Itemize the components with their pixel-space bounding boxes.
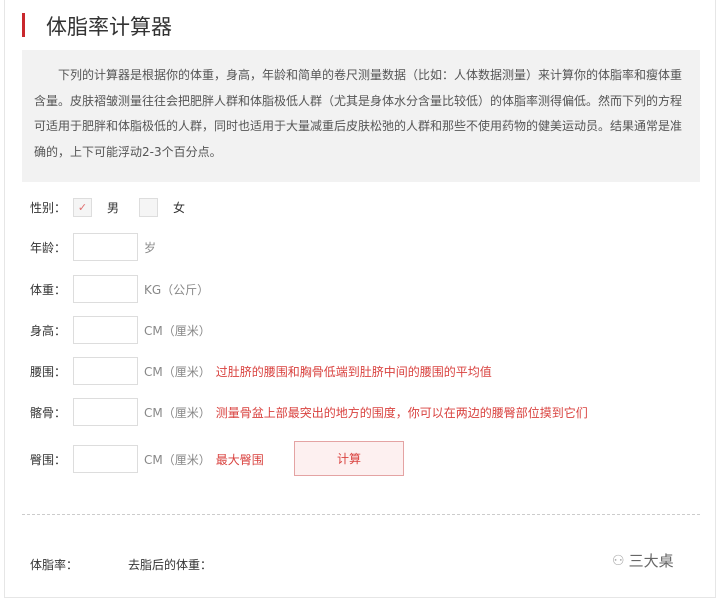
intro-text: 下列的计算器是根据你的体重，身高，年龄和简单的卷尺测量数据（比如：人体数据测量）… xyxy=(22,50,700,182)
hip-row: 臀围： CM（厘米） 最大臀围 xyxy=(30,445,264,473)
gender-label: 性别： xyxy=(30,201,67,215)
gender-row: 性别： ✓ 男 女 xyxy=(30,198,185,217)
weight-label: 体重： xyxy=(30,282,67,297)
title-accent-bar xyxy=(22,13,25,37)
hip-label: 臀围： xyxy=(30,452,67,467)
iliac-label: 髂骨： xyxy=(30,405,67,420)
age-unit: 岁 xyxy=(144,240,157,255)
hip-unit: CM（厘米） xyxy=(144,452,211,467)
male-label: 男 xyxy=(107,201,120,215)
weight-row: 体重： KG（公斤） xyxy=(30,275,209,303)
height-unit: CM（厘米） xyxy=(144,323,211,338)
hip-input[interactable] xyxy=(73,445,138,473)
waist-input[interactable] xyxy=(73,357,138,385)
bodyfat-result-label: 体脂率： xyxy=(30,558,79,572)
female-label: 女 xyxy=(173,201,186,215)
weight-unit: KG（公斤） xyxy=(144,282,210,297)
height-input[interactable] xyxy=(73,316,138,344)
weight-input[interactable] xyxy=(73,275,138,303)
age-input[interactable] xyxy=(73,233,138,261)
height-row: 身高： CM（厘米） xyxy=(30,316,211,344)
calculate-button[interactable]: 计算 xyxy=(294,441,404,476)
watermark: ⚇ 三大桌 xyxy=(612,550,674,571)
wechat-icon: ⚇ xyxy=(612,552,625,569)
age-label: 年龄： xyxy=(30,240,67,255)
lean-mass-result-label: 去脂后的体重： xyxy=(128,558,213,572)
watermark-text: 三大桌 xyxy=(628,552,674,570)
iliac-input[interactable] xyxy=(73,398,138,426)
divider xyxy=(22,514,700,515)
waist-note: 过肚脐的腰围和胸骨低端到肚脐中间的腰围的平均值 xyxy=(215,364,492,379)
waist-unit: CM（厘米） xyxy=(144,364,211,379)
iliac-row: 髂骨： CM（厘米） 测量骨盆上部最突出的地方的围度，你可以在两边的腰臀部位摸到… xyxy=(30,398,588,426)
waist-label: 腰围： xyxy=(30,364,67,379)
page-title: 体脂率计算器 xyxy=(46,15,172,39)
hip-note: 最大臀围 xyxy=(215,452,264,467)
iliac-note: 测量骨盆上部最突出的地方的围度，你可以在两边的腰臀部位摸到它们 xyxy=(215,405,588,420)
height-label: 身高： xyxy=(30,323,67,338)
waist-row: 腰围： CM（厘米） 过肚脐的腰围和胸骨低端到肚脐中间的腰围的平均值 xyxy=(30,357,492,385)
female-checkbox[interactable] xyxy=(139,198,159,217)
male-checkbox[interactable]: ✓ xyxy=(73,198,92,217)
check-icon: ✓ xyxy=(77,201,88,214)
iliac-unit: CM（厘米） xyxy=(144,405,211,420)
age-row: 年龄： 岁 xyxy=(30,233,156,261)
